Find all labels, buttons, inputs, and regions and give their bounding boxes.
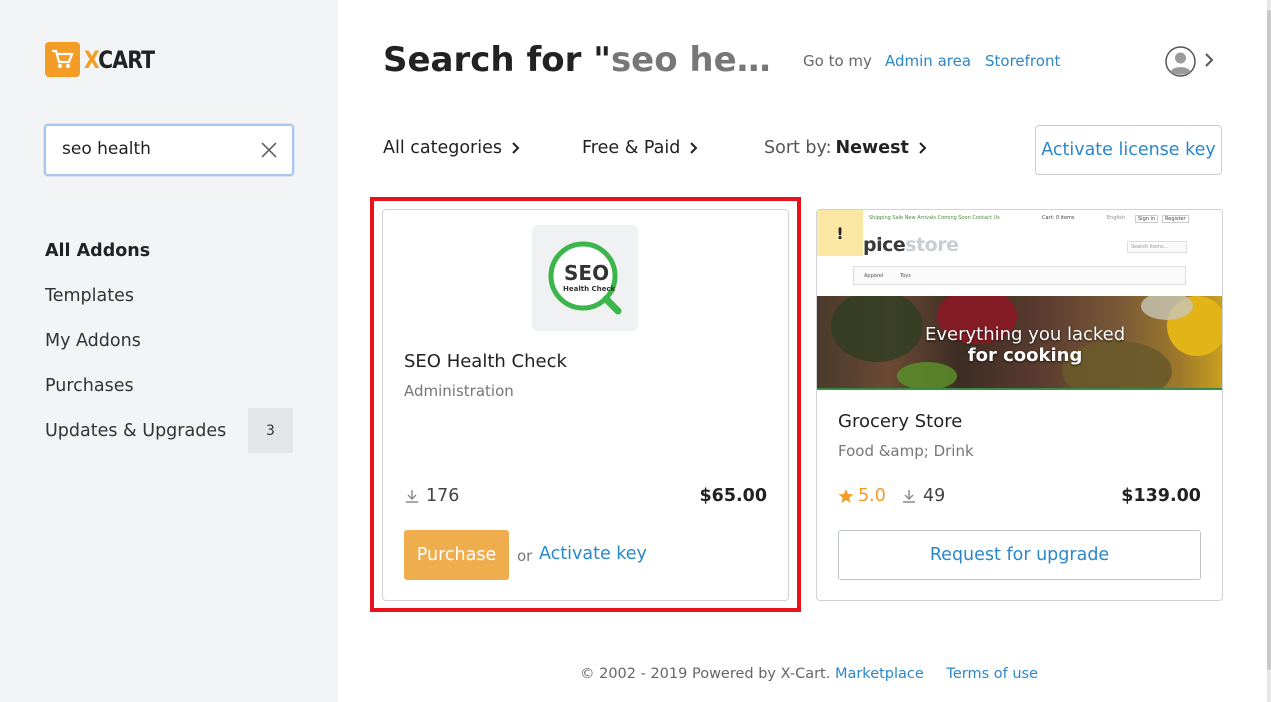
addon-price: $65.00 xyxy=(699,486,767,506)
search-field[interactable] xyxy=(44,124,294,176)
or-text: or xyxy=(517,547,533,565)
warning-badge: ! xyxy=(817,210,863,256)
admin-area-link[interactable]: Admin area xyxy=(885,52,971,70)
template-screenshot[interactable]: Shipping Sale New Arrivals Coming Soon C… xyxy=(817,210,1222,390)
goto-label: Go to my xyxy=(803,52,872,70)
sidebar-item-all-addons[interactable]: All Addons xyxy=(45,228,293,273)
chevron-right-icon xyxy=(512,142,520,154)
seo-health-check-logo: SEO Health Check xyxy=(532,225,638,331)
pricing-filter[interactable]: Free & Paid xyxy=(582,138,698,158)
screenshot-signin: Sign in xyxy=(1135,215,1159,223)
request-upgrade-button[interactable]: Request for upgrade xyxy=(838,530,1201,580)
chevron-right-icon xyxy=(690,142,698,154)
footer-copyright: © 2002 - 2019 Powered by X-Cart. xyxy=(580,666,831,682)
star-icon xyxy=(838,489,854,503)
seo-logo-text: SEO xyxy=(564,261,610,285)
activate-key-link[interactable]: Activate key xyxy=(539,544,647,564)
scrollbar[interactable] xyxy=(1267,0,1271,702)
download-icon xyxy=(903,490,915,503)
page-title: Search for "seo he… xyxy=(383,40,771,80)
sidebar-item-label: Purchases xyxy=(45,375,134,396)
sort-value: Newest xyxy=(835,138,909,158)
addon-category: Food &amp; Drink xyxy=(838,442,974,460)
updates-count-badge: 3 xyxy=(248,408,293,453)
user-avatar-icon[interactable] xyxy=(1165,46,1196,77)
chevron-right-icon xyxy=(919,142,927,154)
sidebar-item-label: Templates xyxy=(45,285,134,306)
seo-logo-subtext: Health Check xyxy=(563,285,616,293)
sidebar-item-purchases[interactable]: Purchases xyxy=(45,363,293,408)
footer: © 2002 - 2019 Powered by X-Cart. Marketp… xyxy=(580,666,1038,682)
screenshot-search-box: Search items... xyxy=(1127,241,1187,253)
sidebar-nav: All Addons Templates My Addons Purchases… xyxy=(45,228,293,453)
addon-card[interactable]: SEO Health Check SEO Health Check Admini… xyxy=(382,209,789,601)
cart-logo-icon xyxy=(45,42,80,77)
screenshot-logo: picestore xyxy=(863,234,959,256)
sidebar-item-label: Updates & Upgrades xyxy=(45,420,227,441)
chevron-right-icon[interactable] xyxy=(1204,52,1214,68)
purchase-button[interactable]: Purchase xyxy=(404,530,509,580)
storefront-link[interactable]: Storefront xyxy=(985,52,1060,70)
screenshot-register: Register xyxy=(1162,215,1189,223)
categories-filter-label: All categories xyxy=(383,138,502,158)
screenshot-lang: English xyxy=(1107,215,1126,221)
download-count: 49 xyxy=(901,486,945,506)
download-icon xyxy=(406,490,418,503)
close-icon[interactable] xyxy=(260,141,278,159)
sidebar-item-my-addons[interactable]: My Addons xyxy=(45,318,293,363)
addon-title[interactable]: SEO Health Check xyxy=(404,351,567,372)
sort-label: Sort by: xyxy=(764,138,832,158)
sidebar-item-updates-upgrades[interactable]: Updates & Upgrades 3 xyxy=(45,408,293,453)
addon-price: $139.00 xyxy=(1121,486,1201,506)
screenshot-cart: Cart: 0 items xyxy=(1042,215,1075,221)
sidebar-item-label: All Addons xyxy=(45,240,151,261)
screenshot-divider xyxy=(817,388,1222,390)
sidebar-item-label: My Addons xyxy=(45,330,141,351)
addon-title[interactable]: Grocery Store xyxy=(838,411,962,432)
pricing-filter-label: Free & Paid xyxy=(582,138,681,158)
addon-category: Administration xyxy=(404,382,514,400)
activate-license-key-button[interactable]: Activate license key xyxy=(1035,125,1222,175)
scrollbar-thumb[interactable] xyxy=(1267,10,1271,670)
sidebar: XCART All Addons Templates My Addons Pur… xyxy=(0,0,338,702)
sort-filter[interactable]: Sort by: Newest xyxy=(764,138,927,158)
addon-card[interactable]: Shipping Sale New Arrivals Coming Soon C… xyxy=(816,209,1223,601)
addon-rating: 5.0 xyxy=(838,486,886,506)
sidebar-item-templates[interactable]: Templates xyxy=(45,273,293,318)
xcart-logo[interactable]: XCART xyxy=(45,42,167,77)
screenshot-nav: Shipping Sale New Arrivals Coming Soon C… xyxy=(869,215,1000,221)
search-input[interactable] xyxy=(62,139,252,159)
screenshot-header: Shipping Sale New Arrivals Coming Soon C… xyxy=(817,210,1222,296)
screenshot-menu: Apparel Toys xyxy=(853,266,1186,285)
categories-filter[interactable]: All categories xyxy=(383,138,520,158)
download-count: 176 xyxy=(404,486,459,506)
screenshot-banner-text: Everything you lacked for cooking xyxy=(925,324,1126,366)
footer-marketplace-link[interactable]: Marketplace xyxy=(835,666,924,682)
logo-text: XCART xyxy=(84,45,155,74)
footer-terms-link[interactable]: Terms of use xyxy=(946,666,1038,682)
